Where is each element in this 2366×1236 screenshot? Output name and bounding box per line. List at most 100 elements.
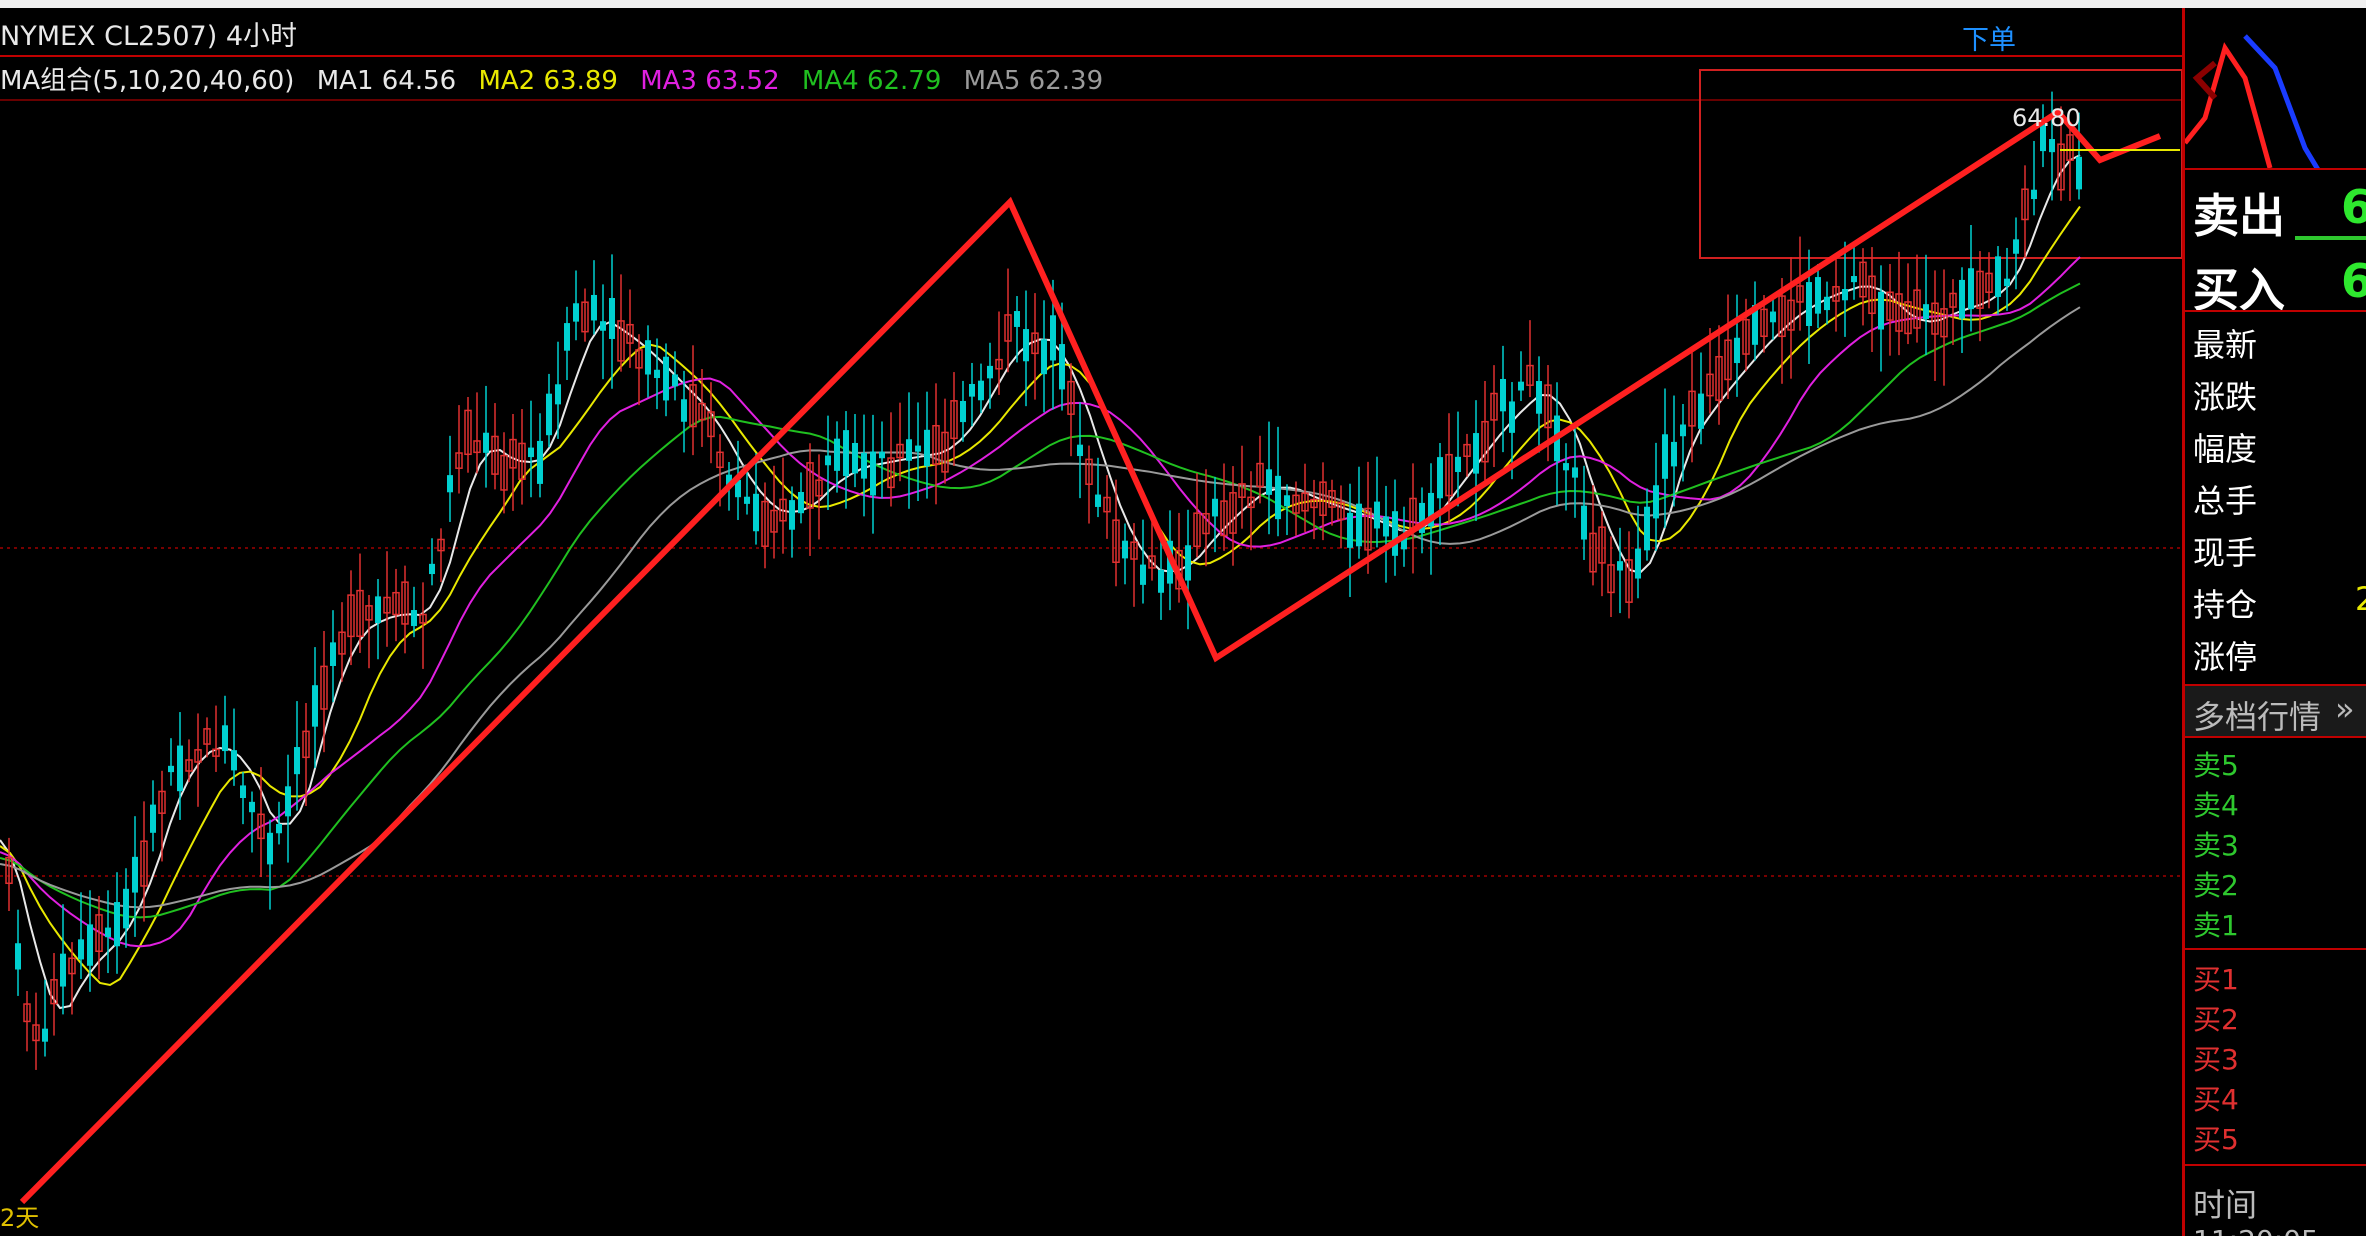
candle-body xyxy=(87,924,93,966)
candle-body xyxy=(528,447,534,458)
candle-body xyxy=(267,832,273,865)
candle-body xyxy=(906,439,912,461)
ma-group-label[interactable]: MA组合(5,10,20,40,60) xyxy=(0,66,294,96)
candle-body xyxy=(969,383,975,397)
candle-body xyxy=(1041,339,1047,375)
candle-body xyxy=(1968,268,1974,310)
ask-3: 卖3 xyxy=(2193,829,2239,862)
candle-body xyxy=(2013,239,2019,254)
candle-body xyxy=(1671,441,1677,467)
bid-1: 买1 xyxy=(2193,963,2239,996)
candle-body xyxy=(753,493,759,532)
info-range: 幅度 xyxy=(2193,430,2258,468)
candle-body xyxy=(672,374,678,387)
candle-body xyxy=(645,340,651,375)
candle-body xyxy=(105,927,111,938)
candle-body xyxy=(1374,501,1380,529)
candle-body xyxy=(1437,457,1443,499)
time-value: 11:20:05 xyxy=(2193,1224,2319,1236)
candle-body xyxy=(330,642,336,666)
high-price-label: 64.80 xyxy=(2012,104,2081,132)
candle-body xyxy=(1995,256,2001,297)
candle-body xyxy=(1734,337,1740,364)
chart-grid xyxy=(0,55,2182,877)
info-change: 涨跌 xyxy=(2193,378,2258,416)
candle-body xyxy=(375,596,381,623)
info-limit-up: 涨停 xyxy=(2193,638,2258,676)
candle-body xyxy=(1383,516,1389,537)
chart-title: NYMEX CL2507) 4小时 xyxy=(0,21,298,52)
sell-underline xyxy=(2295,236,2366,240)
candle-body xyxy=(1959,279,1965,319)
bid-5: 买5 xyxy=(2193,1123,2239,1156)
candle-body xyxy=(789,500,795,530)
candle-body xyxy=(1770,311,1776,323)
candle-body xyxy=(978,380,984,401)
info-volume: 总手 xyxy=(2193,482,2258,520)
candle-body xyxy=(60,953,66,987)
bid-3: 买3 xyxy=(2193,1043,2239,1076)
candle-body xyxy=(987,365,993,379)
double-chevron-down-icon[interactable]: » xyxy=(2335,690,2355,728)
candle-body xyxy=(960,400,966,423)
candle-body xyxy=(1266,469,1272,495)
candle-body xyxy=(834,438,840,471)
candle-body xyxy=(411,610,417,627)
candle-body xyxy=(1572,467,1578,478)
info-current-volume: 现手 xyxy=(2193,534,2258,572)
candle-body xyxy=(924,429,930,467)
candle-body xyxy=(1050,315,1056,361)
candle-body xyxy=(573,303,579,322)
pattern-drawings xyxy=(19,108,2180,1205)
sell-label: 卖出 xyxy=(2193,189,2285,243)
candle-body xyxy=(1392,511,1398,556)
candle-body xyxy=(15,943,21,970)
info-latest: 最新 xyxy=(2193,326,2258,364)
candle-body xyxy=(2004,278,2010,287)
ma3-value: MA3 63.52 xyxy=(640,66,780,96)
candle-body xyxy=(609,298,615,339)
candle-body xyxy=(1662,434,1668,479)
sell-price: 6 xyxy=(2341,180,2366,234)
candle-body xyxy=(2049,139,2055,153)
candle-body xyxy=(240,785,246,799)
candle-body xyxy=(1923,304,1929,319)
candle-body xyxy=(879,451,885,459)
candle-body xyxy=(150,804,156,833)
candle-body xyxy=(132,856,138,893)
place-order-link[interactable]: 下单 xyxy=(1962,18,2016,57)
ma-line-3 xyxy=(0,256,2081,948)
candle-body xyxy=(852,442,858,474)
candle-body xyxy=(1473,433,1479,474)
candle-body xyxy=(1581,505,1587,540)
depth-title: 多档行情 xyxy=(2193,698,2322,736)
ma-line-5 xyxy=(0,306,2081,909)
candle-body xyxy=(915,445,921,452)
ask-1: 卖1 xyxy=(2193,909,2239,942)
ma-line-1 xyxy=(0,154,2081,1010)
depth-header[interactable]: 多档行情 » xyxy=(2185,686,2366,736)
ma2-value: MA2 63.89 xyxy=(478,66,618,96)
candle-body xyxy=(1518,381,1524,391)
candle-body xyxy=(1878,291,1884,330)
ma-line-4 xyxy=(0,282,2081,919)
candle-body xyxy=(1698,393,1704,429)
candle-body xyxy=(546,393,552,436)
candle-body xyxy=(591,294,597,321)
candle-body xyxy=(1356,503,1362,547)
candlesticks xyxy=(5,91,2082,1070)
candle-body xyxy=(1680,424,1686,437)
candle-body xyxy=(483,432,489,453)
candlestick-chart[interactable] xyxy=(0,0,2182,1236)
bid-4: 买4 xyxy=(2193,1083,2239,1116)
candle-body xyxy=(1140,564,1146,585)
candle-body xyxy=(429,563,435,575)
projection-zigzag xyxy=(2185,34,2320,168)
candle-body xyxy=(249,801,255,813)
ask-4: 卖4 xyxy=(2193,789,2239,822)
candle-body xyxy=(1122,540,1128,559)
candle-body xyxy=(600,321,606,331)
candle-body xyxy=(1014,311,1020,327)
candle-body xyxy=(114,902,120,947)
candle-body xyxy=(744,496,750,504)
